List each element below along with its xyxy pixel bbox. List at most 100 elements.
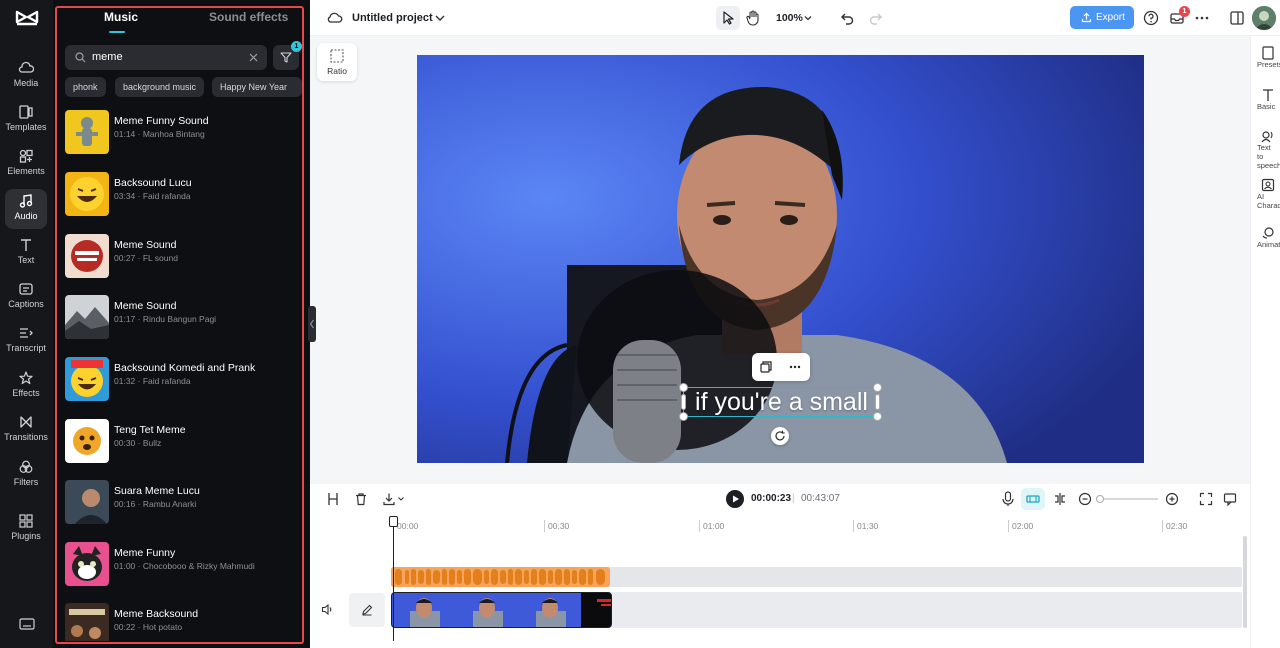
split-icon[interactable] [326, 492, 340, 506]
list-item[interactable]: Meme Funny 01:00 · Chocobooo & Rizky Mah… [65, 540, 300, 590]
hand-icon[interactable] [744, 9, 762, 27]
rail-label: Transcript [6, 343, 46, 353]
zoom-slider-knob[interactable] [1096, 495, 1104, 503]
right-rail-ai-character[interactable]: AI Charac... [1251, 178, 1280, 210]
panel-collapse-handle[interactable] [308, 306, 316, 342]
list-item[interactable]: Meme Funny Sound 01:14 · Manhoa Bintang [65, 108, 300, 158]
rail-label: Effects [12, 388, 40, 398]
rotate-handle[interactable] [771, 427, 789, 445]
rail-label: Elements [7, 166, 45, 176]
rail-item-audio[interactable]: Audio [5, 189, 47, 229]
time-separator: | [792, 493, 795, 504]
help-icon[interactable] [1142, 9, 1160, 27]
microphone-icon[interactable] [1001, 491, 1015, 507]
split-scene-icon[interactable] [1053, 492, 1067, 506]
resize-handle-right[interactable] [875, 394, 880, 410]
list-item[interactable]: Meme Backsound 00:22 · Hot potato [65, 601, 300, 641]
left-rail: Media Templates Elements Audio Text Capt… [0, 0, 53, 648]
right-rail-presets[interactable]: Presets [1251, 46, 1280, 69]
fullscreen-icon[interactable] [1199, 492, 1213, 506]
audio-clip[interactable] [391, 567, 610, 587]
select-tool-button[interactable] [716, 6, 740, 30]
search-input[interactable]: meme [65, 45, 267, 70]
chevron-down-icon[interactable] [799, 9, 817, 27]
export-label: Export [1096, 12, 1125, 23]
rail-item-transcript[interactable]: Transcript [5, 321, 47, 361]
total-duration: 00:43:07 [801, 493, 840, 504]
delete-icon[interactable] [354, 492, 368, 506]
comment-icon[interactable] [1223, 492, 1237, 506]
zoom-in-icon[interactable] [1165, 492, 1179, 506]
list-item[interactable]: Suara Meme Lucu 00:16 · Rambu Anarki [65, 478, 300, 528]
capcut-logo [15, 10, 39, 26]
resize-handle-bottom-right[interactable] [873, 412, 882, 421]
volume-icon[interactable] [321, 603, 334, 616]
edit-lane-button[interactable] [349, 593, 385, 627]
rail-item-captions[interactable]: Captions [5, 277, 47, 317]
list-item[interactable]: Teng Tet Meme 00:30 · Bullz [65, 417, 300, 467]
duplicate-icon[interactable] [759, 360, 773, 374]
avatar[interactable] [1252, 6, 1276, 30]
music-panel: Music Sound effects meme 1 phonk backgro… [53, 0, 310, 648]
right-rail-text-to-speech[interactable]: Text to speech [1251, 129, 1280, 170]
caption-text-box[interactable]: if you're a small [683, 387, 878, 417]
top-bar: Untitled project 100% Export 1 [310, 0, 1280, 36]
list-item[interactable]: Meme Sound 01:17 · Rindu Bangun Pagi [65, 293, 300, 343]
project-title[interactable]: Untitled project [352, 12, 433, 24]
play-button[interactable] [726, 490, 744, 508]
undo-icon[interactable] [838, 9, 856, 27]
rail-item-elements[interactable]: Elements [5, 144, 47, 184]
video-clip[interactable] [391, 592, 612, 628]
rail-item-transitions[interactable]: Transitions [4, 410, 48, 450]
resize-handle-top-right[interactable] [873, 383, 882, 392]
download-icon[interactable] [382, 492, 396, 506]
tab-sound-effects[interactable]: Sound effects [209, 10, 288, 24]
more-icon[interactable] [1193, 9, 1211, 27]
rail-item-filters[interactable]: Filters [5, 455, 47, 495]
resize-handle-bottom-left[interactable] [679, 412, 688, 421]
track-meta: 00:27 · FL sound [114, 253, 178, 263]
track-cover [65, 603, 109, 641]
magnet-icon [1026, 495, 1040, 503]
search-value: meme [92, 51, 123, 63]
current-time: 00:00:23 [751, 493, 792, 504]
more-icon[interactable] [788, 360, 802, 374]
timeline-scrollbar[interactable] [1243, 536, 1247, 628]
speech-icon [1261, 131, 1273, 143]
chevron-down-icon[interactable] [431, 9, 449, 27]
rail-item-media[interactable]: Media [5, 56, 47, 96]
rail-item-effects[interactable]: Effects [5, 366, 47, 406]
rail-item-text[interactable]: Text [5, 233, 47, 273]
list-item[interactable]: Meme Sound 00:27 · FL sound [65, 232, 300, 282]
right-rail-animation[interactable]: Animat... [1251, 226, 1280, 249]
right-rail-label: Text to speech [1257, 143, 1280, 170]
chip-background-music[interactable]: background music [115, 77, 205, 97]
resize-handle-top-left[interactable] [679, 383, 688, 392]
list-item[interactable]: Backsound Lucu 03:34 · Faid rafanda [65, 170, 300, 220]
chip-phonk[interactable]: phonk [65, 77, 106, 97]
zoom-slider[interactable] [1098, 498, 1158, 500]
clear-icon[interactable] [249, 53, 258, 62]
chip-happy-new-year[interactable]: Happy New Year [212, 77, 302, 97]
layout-panel-icon[interactable] [1228, 9, 1246, 27]
rail-label: Templates [5, 122, 47, 132]
resize-handle-left[interactable] [681, 394, 686, 410]
export-button[interactable]: Export [1070, 6, 1134, 29]
keyboard-icon[interactable] [19, 617, 35, 631]
ratio-button[interactable]: Ratio [317, 43, 357, 81]
redo-icon[interactable] [867, 9, 885, 27]
playhead-handle[interactable] [389, 516, 398, 527]
caption-text[interactable]: if you're a small [684, 388, 879, 416]
chevron-down-icon[interactable] [397, 495, 405, 503]
magnet-toggle-button[interactable] [1021, 488, 1045, 510]
playhead-line[interactable] [393, 517, 394, 641]
list-item[interactable]: Backsound Komedi and Prank 01:32 · Faid … [65, 355, 300, 405]
rail-item-plugins[interactable]: Plugins [5, 509, 47, 549]
zoom-out-icon[interactable] [1078, 492, 1092, 506]
right-rail-label: Animat... [1257, 240, 1280, 249]
right-rail-basic[interactable]: Basic [1251, 88, 1280, 111]
ruler-tick: 01:00 [699, 520, 724, 532]
tab-music[interactable]: Music [104, 10, 138, 24]
cloud-icon[interactable] [326, 9, 344, 27]
rail-item-templates[interactable]: Templates [5, 100, 47, 140]
